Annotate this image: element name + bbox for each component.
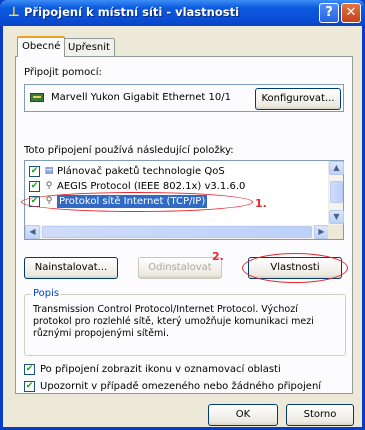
window-title: Připojení k místní síti - vlastnosti: [24, 5, 240, 19]
tab-advanced[interactable]: Upřesnit: [63, 38, 115, 57]
qos-scheduler-icon: ▤: [44, 166, 54, 176]
properties-dialog: ⊥ Připojení k místní síti - vlastnosti ?…: [0, 0, 365, 430]
cancel-button[interactable]: Storno: [286, 404, 354, 426]
notify-checkbox[interactable]: ✔: [24, 381, 35, 392]
description-group: Popis Transmission Control Protocol/Inte…: [24, 288, 346, 356]
scroll-left-button[interactable]: ◀: [25, 225, 40, 239]
description-legend: Popis: [31, 288, 62, 299]
notify-label: Upozornit v případě omezeného nebo žádné…: [40, 381, 322, 392]
configure-button[interactable]: Konfigurovat...: [255, 88, 341, 110]
list-item[interactable]: ✔ ▤ Plánovač paketů technologie QoS: [27, 165, 327, 179]
vertical-scrollbar[interactable]: ▲ ▼: [328, 161, 344, 225]
general-tab-panel: Připojit pomocí: Marvell Yukon Gigabit E…: [15, 56, 353, 394]
ok-button[interactable]: OK: [208, 404, 278, 426]
component-checkbox[interactable]: ✔: [29, 181, 40, 192]
show-icon-checkbox[interactable]: ✔: [24, 364, 35, 375]
scroll-right-button[interactable]: ▶: [314, 225, 329, 239]
component-label: Plánovač paketů technologie QoS: [57, 166, 225, 177]
close-button[interactable]: ✕: [341, 3, 361, 23]
annotation-number-2: 2.: [212, 250, 224, 263]
install-button[interactable]: Nainstalovat...: [24, 257, 118, 279]
components-list[interactable]: ✔ ▤ Plánovač paketů technologie QoS ✔ ⚲ …: [21, 160, 344, 240]
scroll-thumb[interactable]: [330, 181, 343, 203]
scroll-up-button[interactable]: ▲: [329, 161, 344, 175]
title-bar[interactable]: ⊥ Připojení k místní síti - vlastnosti ?…: [0, 0, 365, 26]
scroll-down-button[interactable]: ▼: [329, 210, 344, 224]
annotation-ellipse-1: [21, 192, 253, 212]
uninstall-button[interactable]: Odinstalovat: [138, 257, 222, 279]
tab-general[interactable]: Obecné: [17, 36, 66, 57]
adapter-field: Marvell Yukon Gigabit Ethernet 10/1 Konf…: [24, 84, 344, 112]
connect-using-label: Připojit pomocí:: [24, 67, 102, 78]
dialog-client-area: Obecné Upřesnit Připojit pomocí: Marvell…: [3, 26, 362, 427]
help-button[interactable]: ?: [319, 3, 339, 23]
show-icon-label: Po připojení zobrazit ikonu v oznamovací…: [40, 364, 281, 375]
network-connection-icon: ⊥: [8, 5, 20, 20]
components-label: Toto připojení používá následující polož…: [24, 145, 234, 156]
annotation-ellipse-2: [242, 253, 348, 283]
scrollbar-corner: [328, 225, 343, 239]
component-label: AEGIS Protocol (IEEE 802.1x) v3.1.6.0: [57, 181, 246, 192]
annotation-number-1: 1.: [255, 197, 267, 210]
adapter-name: Marvell Yukon Gigabit Ethernet 10/1: [51, 92, 231, 103]
description-text: Transmission Control Protocol/Internet P…: [33, 304, 314, 339]
component-checkbox[interactable]: ✔: [29, 166, 40, 177]
network-adapter-icon: [30, 93, 44, 102]
network-protocol-icon: ⚲: [45, 181, 53, 191]
scroll-thumb-horizontal[interactable]: [42, 226, 312, 238]
horizontal-scrollbar[interactable]: ◀ ▶: [25, 225, 329, 239]
